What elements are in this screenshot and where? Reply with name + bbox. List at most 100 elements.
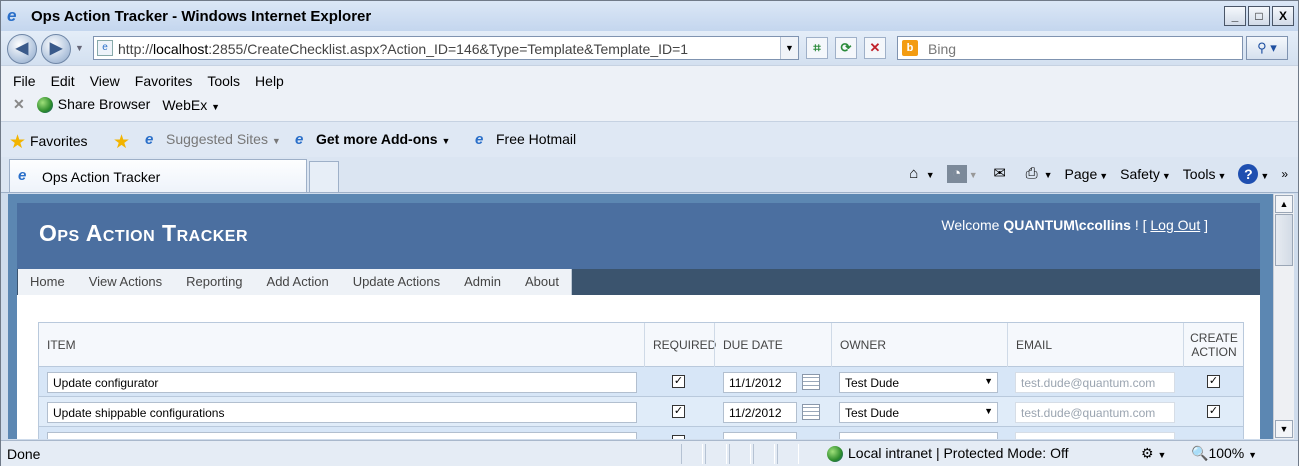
- tab-row: e Ops Action Tracker ⌂ ▼ ◔ ▼ ✉ ⎙ ▼ Page ▼ Sa…: [1, 157, 1298, 193]
- refresh-icon[interactable]: ⟳: [835, 37, 857, 59]
- zoom-control[interactable]: 🔍100% ▼: [1191, 445, 1257, 462]
- menu-help[interactable]: Help: [255, 73, 284, 89]
- email-field[interactable]: [1015, 432, 1175, 439]
- close-button[interactable]: X: [1272, 6, 1294, 26]
- address-bar[interactable]: e http://localhost:2855/CreateChecklist.…: [93, 36, 799, 60]
- required-checkbox[interactable]: ✓: [672, 375, 685, 388]
- back-button[interactable]: ◀: [7, 34, 37, 64]
- protected-mode-icon[interactable]: ⚙ ▼: [1141, 445, 1166, 462]
- header-due-date: DUE DATE: [714, 323, 831, 367]
- ie-icon: e: [295, 131, 304, 149]
- status-bar: Done Local intranet | Protected Mode: Of…: [1, 440, 1298, 466]
- calendar-icon[interactable]: [802, 404, 820, 420]
- menu-favorites[interactable]: Favorites: [135, 73, 193, 89]
- required-checkbox[interactable]: [672, 435, 685, 439]
- owner-select[interactable]: Test Dude ▼: [839, 402, 998, 423]
- required-checkbox[interactable]: ✓: [672, 405, 685, 418]
- share-browser-button[interactable]: Share Browser: [36, 96, 150, 114]
- create-action-checkbox[interactable]: ✓: [1207, 405, 1220, 418]
- favorites-button[interactable]: ★ Favorites: [9, 131, 88, 154]
- address-url: http://localhost:2855/CreateChecklist.as…: [118, 41, 689, 57]
- page-body: Ops Action Tracker Welcome QUANTUM\ccoll…: [17, 203, 1260, 439]
- status-divider: [753, 444, 775, 464]
- mail-button[interactable]: ✉: [990, 165, 1010, 183]
- page-icon: e: [97, 40, 113, 56]
- owner-select[interactable]: Test Dude ▼: [839, 372, 998, 393]
- suggested-sites-button[interactable]: e Suggested Sites ▼: [145, 131, 281, 148]
- page-menu[interactable]: Page ▼: [1065, 166, 1109, 182]
- table-header: ITEM REQUIRED DUE DATE OWNER EMAIL CREAT…: [39, 323, 1243, 367]
- nav-update-actions[interactable]: Update Actions: [341, 269, 452, 295]
- intranet-icon: [827, 446, 843, 463]
- address-row: ◀ ▶ ▼ e http://localhost:2855/CreateChec…: [1, 31, 1298, 65]
- new-tab-button[interactable]: [309, 161, 339, 192]
- stop-icon[interactable]: ✕: [864, 37, 886, 59]
- nav-reporting[interactable]: Reporting: [174, 269, 254, 295]
- header-required: REQUIRED: [644, 323, 716, 367]
- home-button[interactable]: ⌂ ▼: [904, 165, 934, 183]
- vertical-scrollbar[interactable]: ▲ ▼: [1273, 194, 1294, 439]
- help-button[interactable]: ? ▼: [1238, 164, 1269, 184]
- header-create-action: CREATE ACTION: [1183, 323, 1244, 367]
- ie-icon: e: [18, 167, 27, 184]
- close-toolbar-icon[interactable]: ✕: [13, 96, 25, 113]
- nav-about[interactable]: About: [513, 269, 571, 295]
- feeds-button[interactable]: ◔ ▼: [946, 165, 978, 183]
- scroll-down-icon[interactable]: ▼: [1275, 420, 1293, 438]
- ie-icon: e: [145, 131, 154, 149]
- search-button[interactable]: ⚲ ▾: [1246, 36, 1288, 60]
- minimize-button[interactable]: _: [1224, 6, 1246, 26]
- calendar-icon[interactable]: [802, 374, 820, 390]
- maximize-button[interactable]: □: [1248, 6, 1270, 26]
- checklist-table: ITEM REQUIRED DUE DATE OWNER EMAIL CREAT…: [38, 322, 1244, 439]
- get-addons-button[interactable]: e Get more Add-ons ▼: [295, 131, 450, 148]
- ie-icon: e: [475, 131, 484, 149]
- table-row: Update configurator ✓ 11/1/2012 Test Dud…: [39, 367, 1243, 397]
- item-input[interactable]: [47, 432, 637, 439]
- nav-row: Home View Actions Reporting Add Action U…: [17, 269, 1260, 295]
- due-date-input[interactable]: [723, 432, 797, 439]
- printer-icon: ⎙: [1025, 165, 1038, 182]
- forward-button[interactable]: ▶: [41, 34, 71, 64]
- item-input[interactable]: Update shippable configurations: [47, 402, 637, 423]
- menu-edit[interactable]: Edit: [51, 73, 75, 89]
- nav-view-actions[interactable]: View Actions: [77, 269, 174, 295]
- nav-home[interactable]: Home: [18, 269, 77, 295]
- rss-icon: ◔: [946, 165, 967, 183]
- zoom-icon: 🔍: [1191, 445, 1209, 461]
- history-dropdown-icon[interactable]: ▼: [75, 43, 84, 53]
- email-field[interactable]: test.dude@quantum.com: [1015, 402, 1175, 423]
- tools-menu[interactable]: Tools ▼: [1183, 166, 1227, 182]
- owner-select[interactable]: [839, 432, 998, 439]
- search-placeholder: Bing: [928, 41, 957, 57]
- more-chevron-icon[interactable]: »: [1281, 167, 1288, 181]
- safety-menu[interactable]: Safety ▼: [1120, 166, 1171, 182]
- compatibility-view-icon[interactable]: ⌗: [806, 37, 828, 59]
- add-favorite-icon[interactable]: ★: [113, 131, 130, 154]
- security-zone[interactable]: Local intranet | Protected Mode: Off: [827, 445, 1069, 463]
- due-date-input[interactable]: 11/2/2012: [723, 402, 797, 423]
- ie-icon: e: [7, 6, 17, 25]
- menu-file[interactable]: File: [13, 73, 36, 89]
- search-input[interactable]: b Bing: [897, 36, 1243, 60]
- nav-admin[interactable]: Admin: [452, 269, 513, 295]
- free-hotmail-link[interactable]: e Free Hotmail: [475, 131, 576, 148]
- menu-tools[interactable]: Tools: [207, 73, 240, 89]
- print-button[interactable]: ⎙ ▼: [1022, 165, 1053, 183]
- create-action-checkbox[interactable]: ✓: [1207, 375, 1220, 388]
- webex-menu[interactable]: WebEx ▼: [162, 97, 220, 113]
- scroll-thumb[interactable]: [1275, 214, 1293, 266]
- welcome-text: Welcome QUANTUM\ccollins ! [ Log Out ]: [941, 217, 1208, 233]
- logout-link[interactable]: Log Out: [1150, 217, 1200, 233]
- email-field[interactable]: test.dude@quantum.com: [1015, 372, 1175, 393]
- due-date-input[interactable]: 11/1/2012: [723, 372, 797, 393]
- item-input[interactable]: Update configurator: [47, 372, 637, 393]
- header-email: EMAIL: [1007, 323, 1183, 367]
- app-header: Ops Action Tracker Welcome QUANTUM\ccoll…: [17, 203, 1260, 269]
- menu-view[interactable]: View: [90, 73, 120, 89]
- scroll-up-icon[interactable]: ▲: [1275, 195, 1293, 213]
- tab-ops-action-tracker[interactable]: e Ops Action Tracker: [9, 159, 307, 192]
- address-dropdown-icon[interactable]: ▼: [780, 37, 798, 59]
- favorites-bar: ★ Favorites ★ e Suggested Sites ▼ e Get mo…: [1, 121, 1298, 157]
- nav-add-action[interactable]: Add Action: [255, 269, 341, 295]
